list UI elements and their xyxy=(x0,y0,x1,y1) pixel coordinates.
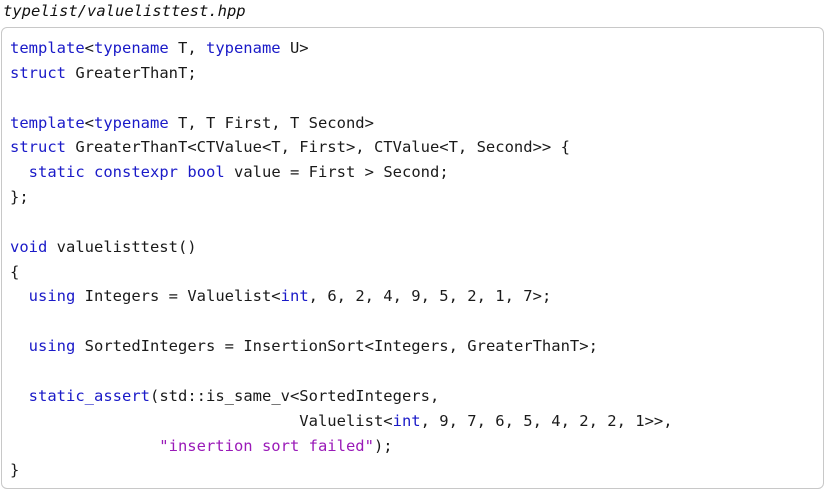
code-text: GreaterThanT<CTValue<T, First>, CTValue<… xyxy=(66,138,570,157)
code-keyword: using xyxy=(28,287,76,306)
code-keyword: using xyxy=(28,337,76,356)
code-keyword: int xyxy=(392,411,421,430)
code-string: "insertion sort failed" xyxy=(10,436,374,455)
code-line: }; xyxy=(10,185,673,210)
code-keyword: struct xyxy=(10,138,66,157)
code-line: using SortedIntegers = InsertionSort<Int… xyxy=(10,334,673,359)
code-line: static_assert(std::is_same_v<SortedInteg… xyxy=(10,384,673,409)
code-line: void valuelisttest() xyxy=(10,235,673,260)
code-keyword: static xyxy=(28,163,85,182)
code-line: static constexpr bool value = First > Se… xyxy=(10,160,673,185)
code-line: template<typename T, T First, T Second> xyxy=(10,111,673,136)
code-text: Integers = Valuelist< xyxy=(75,287,281,306)
code-keyword: typename xyxy=(94,39,169,57)
file-caption: typelist/valuelisttest.hpp xyxy=(3,2,246,20)
code-text: GreaterThanT; xyxy=(66,63,197,82)
code-text: , 9, 7, 6, 5, 4, 2, 2, 1>>, xyxy=(420,411,673,430)
code-line: { xyxy=(10,260,673,285)
code-text: SortedIntegers = InsertionSort<Integers,… xyxy=(75,337,598,356)
code-text: { xyxy=(10,262,20,281)
code-line: "insertion sort failed"); xyxy=(10,434,673,459)
code-text: ); xyxy=(373,436,393,455)
code-keyword: int xyxy=(280,287,309,306)
code-keyword: template xyxy=(10,113,85,132)
code-text: (std::is_same_v<SortedIntegers, xyxy=(150,386,440,405)
code-keyword: struct xyxy=(10,63,66,82)
code-keyword: typename xyxy=(94,113,169,132)
code-listing: template<typename T, typename U> struct G… xyxy=(10,36,673,483)
code-listing-frame: template<typename T, typename U> struct G… xyxy=(1,27,824,489)
code-keyword: constexpr xyxy=(94,163,179,182)
code-keyword: template xyxy=(10,39,85,57)
code-keyword: void xyxy=(10,237,48,256)
code-keyword: static_assert xyxy=(28,386,150,405)
code-keyword: typename xyxy=(205,39,281,57)
code-keyword: bool xyxy=(187,163,225,182)
code-text: valuelisttest() xyxy=(47,237,197,256)
code-line: template<typename T, typename U> xyxy=(10,36,673,61)
code-text: value = First > Second; xyxy=(224,163,449,182)
code-line: } xyxy=(10,458,673,483)
code-text: T, T First, T Second> xyxy=(168,113,374,132)
code-line: Valuelist<int, 9, 7, 6, 5, 4, 2, 2, 1>>, xyxy=(10,409,673,434)
code-text: T, xyxy=(168,39,206,57)
code-text: U> xyxy=(280,39,309,57)
code-text: < xyxy=(84,113,94,132)
code-text: , 6, 2, 4, 9, 5, 2, 1, 7>; xyxy=(308,287,552,306)
code-line: struct GreaterThanT<CTValue<T, First>, C… xyxy=(10,135,673,160)
code-text: }; xyxy=(10,188,29,207)
code-line: struct GreaterThanT; xyxy=(10,61,673,86)
code-line: using Integers = Valuelist<int, 6, 2, 4,… xyxy=(10,284,673,309)
code-text: Valuelist< xyxy=(10,411,393,430)
code-text: } xyxy=(10,461,20,480)
code-text: < xyxy=(84,39,94,57)
